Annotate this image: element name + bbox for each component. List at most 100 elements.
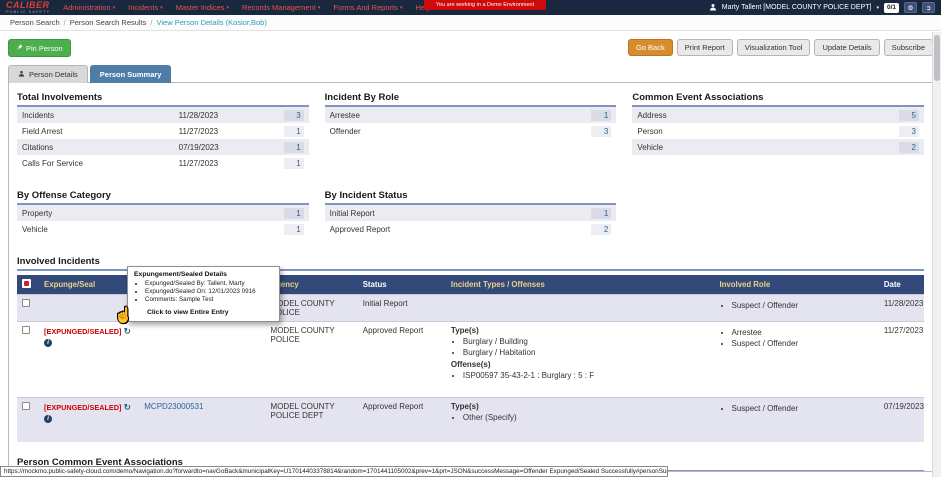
refresh-icon[interactable]: ↻ [124,402,131,412]
pin-person-label: Pin Person [26,44,63,53]
refresh-icon[interactable]: ↻ [124,326,131,336]
citations-count-link[interactable]: 1 [284,142,304,153]
type-item: Burglary / Habitation [463,348,710,357]
row-checkbox[interactable] [22,402,30,410]
tab-label: Person Details [29,70,78,79]
approved-report-count-link[interactable]: 2 [591,224,611,235]
incident-number-link[interactable]: MCPD23000531 [144,402,203,411]
chevron-down-icon: ▾ [318,5,321,11]
menu-incidents[interactable]: Incidents▾ [128,3,163,12]
stat-row: Vehicle 1 [17,221,309,237]
scrollbar-thumb[interactable] [934,35,940,81]
field-arrest-count-link[interactable]: 1 [284,126,304,137]
stat-row: Arrestee 1 [325,107,617,123]
row-checkbox[interactable] [22,299,30,307]
date-cell: 11/27/2023 [879,322,924,398]
arrestee-count-link[interactable]: 1 [591,110,611,121]
menu-label: Master Indices [176,3,225,12]
page-toolbar: Pin Person Go Back Print Report Visualiz… [0,31,941,57]
breadcrumb-person-search[interactable]: Person Search [10,18,60,27]
logout-button[interactable]: ➲ [922,2,935,13]
user-menu[interactable]: Marty Tallent [MODEL COUNTY POLICE DEPT] [722,4,872,11]
stat-date: 11/28/2023 [179,111,284,120]
update-details-button[interactable]: Update Details [814,39,879,56]
stat-row: Citations 07/19/2023 1 [17,139,309,155]
offender-count-link[interactable]: 3 [591,126,611,137]
incidents-count-link[interactable]: 3 [284,110,304,121]
section-title: Total Involvements [17,89,309,107]
tooltip-line: Comments: Sample Test [145,296,273,303]
address-count-link[interactable]: 5 [899,110,919,121]
stat-label: Approved Report [330,225,592,234]
type-item: Other (Specify) [463,413,710,422]
breadcrumb-separator: / [150,18,152,27]
logout-icon: ➲ [926,4,931,12]
types-cell: Type(s) Other (Specify) [446,398,715,442]
vehicle-count-link[interactable]: 2 [899,142,919,153]
incident-row-3: [EXPUNGED/SEALED] ↻ i MCPD23000531 MODEL… [17,398,924,442]
calls-for-service-count-link[interactable]: 1 [284,158,304,169]
stat-label: Person [637,127,899,136]
caliber-logo[interactable]: CALIBER PUBLIC SAFETY [6,1,50,14]
stat-row: Address 5 [632,107,924,123]
role-item: Suspect / Offender [732,404,874,413]
incident-number-cell: MCPD23000531 [139,398,265,442]
stat-rows: Initial Report 1 Approved Report 2 [325,205,617,237]
expunge-header-icon[interactable] [22,279,31,288]
tab-person-summary[interactable]: Person Summary [90,65,172,83]
header-status[interactable]: Status [358,275,446,295]
expunge-tooltip: Expungement/Sealed Details Expunged/Seal… [127,266,280,322]
header-date[interactable]: Date [879,275,924,295]
header-expunge-seal[interactable]: Expunge/Seal [39,275,139,295]
section-empty [632,187,924,237]
role-cell: Arrestee Suspect / Offender [715,322,879,398]
app-window: CALIBER PUBLIC SAFETY Administration▾ In… [0,0,941,477]
tab-label: Person Summary [100,70,162,79]
menu-master-indices[interactable]: Master Indices▾ [176,3,229,12]
menu-records-management[interactable]: Records Management▾ [242,3,320,12]
section-title: By Incident Status [325,187,617,205]
subscribe-button[interactable]: Subscribe [884,39,933,56]
expunged-sealed-label: [EXPUNGED/SEALED] [44,403,121,412]
menu-label: Forms And Reports [333,3,398,12]
breadcrumb-person-search-results[interactable]: Person Search Results [70,18,147,27]
stat-row: Incidents 11/28/2023 3 [17,107,309,123]
property-count-link[interactable]: 1 [284,208,304,219]
info-icon[interactable]: i [44,415,52,423]
stat-label: Vehicle [22,225,284,234]
tooltip-title: Expungement/Sealed Details [134,271,273,278]
print-report-button[interactable]: Print Report [677,39,733,56]
info-icon[interactable]: i [44,339,52,347]
pin-icon [16,43,23,53]
role-item: Suspect / Offender [732,301,874,310]
visualization-tool-button[interactable]: Visualization Tool [737,39,811,56]
breadcrumb: Person Search / Person Search Results / … [0,15,941,31]
initial-report-count-link[interactable]: 1 [591,208,611,219]
notification-banner: You are working in a Demo Environment [424,0,546,10]
header-incident-types[interactable]: Incident Types / Offenses [446,275,715,295]
date-cell: 11/28/2023 [879,295,924,322]
stat-date: 11/27/2023 [179,127,284,136]
go-back-button[interactable]: Go Back [628,39,673,56]
settings-button[interactable]: ⚙ [904,2,917,13]
stat-row: Calls For Service 11/27/2023 1 [17,155,309,171]
navbar-right: Marty Tallent [MODEL COUNTY POLICE DEPT]… [709,2,935,13]
stat-label: Vehicle [637,143,899,152]
menu-forms-and-reports[interactable]: Forms And Reports▾ [333,3,402,12]
row-checkbox[interactable] [22,326,30,334]
vehicle-offense-count-link[interactable]: 1 [284,224,304,235]
pin-person-button[interactable]: Pin Person [8,39,71,57]
tooltip-list: Expunged/Sealed By: Tallent, Marty Expun… [134,280,273,303]
stat-label: Initial Report [330,209,592,218]
stat-row: Approved Report 2 [325,221,617,237]
section-by-incident-status: By Incident Status Initial Report 1 Appr… [325,187,617,237]
stat-row: Offender 3 [325,123,617,139]
tooltip-footer: Click to view Entire Entry [134,309,273,316]
menu-label: Administration [63,3,111,12]
task-counter-badge[interactable]: 0/1 [884,3,899,13]
tab-person-details[interactable]: Person Details [8,65,88,83]
menu-administration[interactable]: Administration▾ [63,3,115,12]
person-count-link[interactable]: 3 [899,126,919,137]
status-cell: Approved Report [358,322,446,398]
header-involved-role[interactable]: Involved Role [715,275,879,295]
